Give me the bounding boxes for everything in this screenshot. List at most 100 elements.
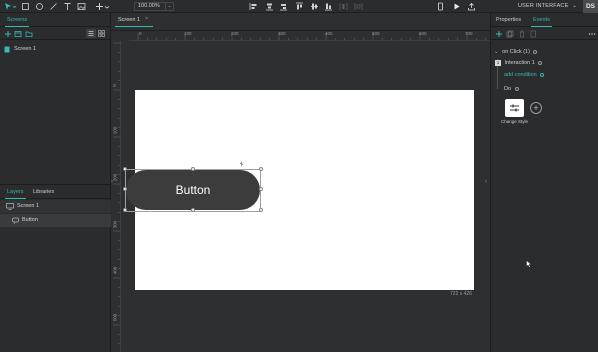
button-component-icon — [12, 217, 19, 224]
ruler-label: 200 — [112, 173, 118, 182]
ruler-label: 100 — [112, 126, 118, 135]
tab-libraries[interactable]: Libraries — [33, 189, 54, 195]
project-type-label: USER INTERFACE — [518, 3, 569, 9]
ruler-label: 0 — [111, 84, 117, 87]
screen-list-item[interactable]: Screen 1 — [0, 43, 111, 56]
resize-handle[interactable] — [259, 167, 263, 171]
distribute-horizontal-icon — [339, 2, 348, 11]
close-icon[interactable]: × — [145, 16, 148, 22]
align-left-icon[interactable] — [249, 2, 258, 11]
collapse-left-icon[interactable]: ‹ — [111, 179, 113, 185]
layer-name: Screen 1 — [17, 203, 40, 209]
ruler-label: 600 — [419, 31, 427, 36]
resize-handle[interactable] — [123, 167, 127, 171]
align-middle-icon[interactable] — [310, 2, 319, 11]
cursor-icon — [526, 260, 532, 268]
ellipse-tool-icon[interactable] — [35, 2, 44, 11]
resize-handle[interactable] — [191, 208, 195, 212]
ruler-label: 0 — [139, 31, 142, 36]
info-icon — [538, 60, 543, 65]
image-tool-icon[interactable] — [77, 2, 86, 11]
tab-events[interactable]: Events — [531, 17, 552, 27]
left-panel: Screens Screen 1 Layers Libraries Screen… — [0, 13, 111, 352]
zoom-dropdown-icon[interactable]: ⌄ — [165, 3, 173, 10]
interaction-label: Interaction 1 — [504, 60, 535, 66]
align-center-icon[interactable] — [265, 2, 274, 11]
resize-handle[interactable] — [259, 208, 263, 212]
copy-icon[interactable] — [529, 30, 537, 38]
change-style-action[interactable] — [505, 99, 524, 117]
screens-tab-bar: Screens — [0, 15, 111, 27]
chevron-down-icon[interactable] — [104, 2, 110, 11]
screen-template-icon[interactable] — [14, 30, 22, 38]
ruler-label: 300 — [278, 31, 286, 36]
play-icon[interactable] — [452, 2, 461, 11]
do-row: Do — [504, 86, 519, 92]
right-panel: Properties Events ⌄ on Click (1) 1 Inter… — [490, 13, 598, 352]
align-top-icon[interactable] — [295, 2, 304, 11]
tab-layers[interactable]: Layers — [5, 189, 25, 199]
event-row[interactable]: ⌄ on Click (1) — [494, 49, 538, 55]
add-condition-link[interactable]: add condition — [504, 72, 545, 78]
ruler-label: 200 — [231, 31, 239, 36]
resize-handle[interactable] — [259, 187, 263, 191]
align-right-icon[interactable] — [279, 2, 288, 11]
button-component[interactable]: Button — [126, 170, 260, 210]
info-icon — [514, 86, 519, 91]
rectangle-tool-icon[interactable] — [21, 2, 30, 11]
folder-icon[interactable] — [25, 30, 33, 38]
ruler-label: 400 — [112, 266, 118, 275]
screens-toolbar — [0, 29, 111, 40]
list-view-icon[interactable] — [86, 29, 96, 38]
ruler-label: 500 — [112, 313, 118, 322]
align-bottom-icon[interactable] — [324, 2, 333, 11]
resize-handle[interactable] — [123, 208, 127, 212]
do-label: Do — [504, 86, 512, 92]
interaction-row[interactable]: 1 Interaction 1 — [495, 60, 543, 66]
document-tab-label: Screen 1 — [118, 17, 141, 23]
layer-item-screen[interactable]: Screen 1 — [0, 200, 111, 213]
device-preview-icon[interactable] — [436, 2, 445, 11]
inspector-tab-bar: Properties Events — [491, 15, 598, 27]
add-action-button[interactable]: + — [530, 102, 542, 114]
tab-screens[interactable]: Screens — [4, 17, 30, 27]
chevron-down-icon: ⌄ — [572, 3, 578, 9]
tab-properties[interactable]: Properties — [496, 17, 521, 23]
line-tool-icon[interactable] — [49, 2, 58, 11]
layer-item-button[interactable]: Button — [0, 214, 111, 227]
trash-icon[interactable] — [518, 30, 526, 38]
horizontal-ruler: 0 100 200 300 400 500 600 700 — [129, 31, 490, 41]
user-avatar[interactable]: DS — [583, 0, 598, 13]
distribute-vertical-icon — [354, 2, 363, 11]
project-type-menu[interactable]: USER INTERFACE ⌄ — [518, 3, 577, 9]
resize-handle[interactable] — [191, 167, 195, 171]
ruler-label: 300 — [112, 220, 118, 229]
ruler-label: 100 — [184, 31, 192, 36]
layers-tab-bar: Layers Libraries — [0, 187, 111, 199]
sliders-icon — [509, 103, 520, 113]
collapse-right-icon[interactable]: › — [485, 179, 487, 185]
change-style-label: Change Style — [500, 119, 529, 124]
top-toolbar: 100.00% ⌄ USER INTERFACE ⌄ DS — [0, 0, 598, 13]
screen-name: Screen 1 — [14, 46, 37, 52]
grid-view-icon[interactable] — [97, 29, 106, 38]
ruler-label: 400 — [325, 31, 333, 36]
share-icon[interactable] — [467, 2, 476, 11]
ruler-label: 500 — [372, 31, 380, 36]
zoom-select[interactable]: 100.00% ⌄ — [134, 2, 174, 11]
ruler-label: 700 — [465, 31, 473, 36]
chevron-down-icon[interactable] — [12, 2, 17, 11]
document-tab[interactable]: Screen 1 × — [115, 16, 153, 27]
interaction-number-badge: 1 — [495, 60, 501, 66]
add-icon[interactable] — [95, 2, 104, 11]
artboard-dimensions: 722 x 426 — [450, 291, 472, 297]
duplicate-icon[interactable] — [506, 30, 514, 38]
text-tool-icon[interactable] — [63, 2, 72, 11]
add-screen-icon[interactable] — [4, 30, 12, 38]
more-options-icon[interactable] — [588, 30, 596, 38]
monitor-icon — [6, 203, 14, 210]
resize-handle[interactable] — [123, 187, 127, 191]
add-event-icon[interactable] — [495, 30, 503, 38]
add-condition-label: add condition — [504, 72, 537, 78]
events-toolbar — [491, 29, 598, 40]
